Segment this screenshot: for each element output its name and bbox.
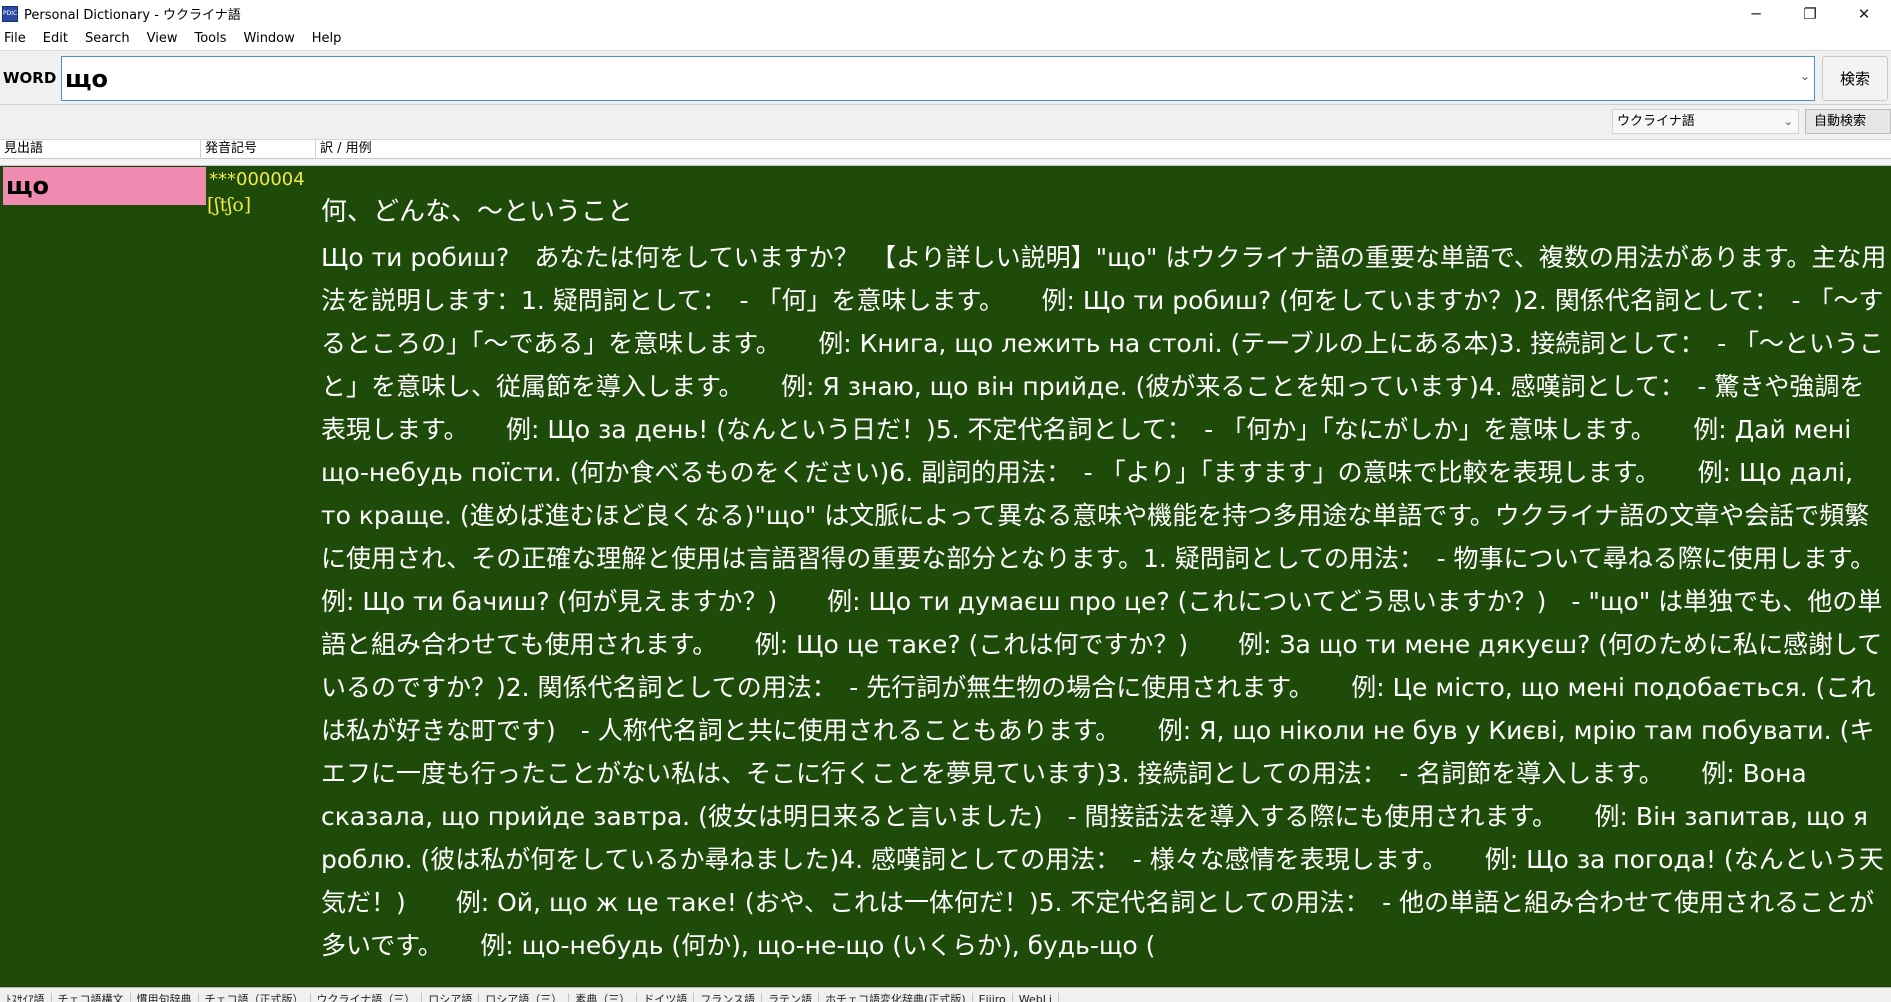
column-header-translation[interactable]: 訳 / 用例 <box>316 140 1891 159</box>
app-window: PDIC Personal Dictionary - ウクライナ語 ─ ❐ ✕ … <box>0 0 1891 1002</box>
translation-text: 何、どんな、～ということ <box>321 197 634 227</box>
auto-search-button[interactable]: 自動検索 <box>1805 109 1891 134</box>
search-button[interactable]: 検索 <box>1822 56 1888 101</box>
window-title: Personal Dictionary - ウクライナ語 <box>24 8 241 23</box>
menu-view[interactable]: View <box>147 31 178 46</box>
record-id: ***000004 <box>209 169 305 190</box>
dictionary-tab[interactable]: ﾄｽｻｲｱ語 <box>0 993 52 1002</box>
menu-edit[interactable]: Edit <box>43 31 68 46</box>
app-logo-icon: PDIC <box>2 5 18 22</box>
dictionary-tab[interactable]: ドイツ語 <box>637 993 695 1002</box>
word-label: WORD <box>3 69 57 87</box>
entry-view: що ***000004 [ʃtʃo] 何、どんな、～ということ Що ти р… <box>0 166 1891 987</box>
dictionary-tab[interactable]: WebLi <box>1013 993 1059 1002</box>
pronunciation: [ʃtʃo] <box>207 194 252 216</box>
header-divider <box>0 159 1891 166</box>
column-header-headword[interactable]: 見出語 <box>0 140 201 159</box>
word-combobox[interactable]: ⌄ <box>61 56 1815 101</box>
dictionary-tab[interactable]: ラテン語 <box>762 993 820 1002</box>
column-headers: 見出語 発音記号 訳 / 用例 <box>0 140 1891 159</box>
title-bar: PDIC Personal Dictionary - ウクライナ語 ─ ❐ ✕ <box>0 0 1891 27</box>
restore-button[interactable]: ❐ <box>1783 0 1837 27</box>
close-button[interactable]: ✕ <box>1837 0 1891 27</box>
word-input[interactable] <box>65 60 1785 97</box>
pronunciation-column: ***000004 [ʃtʃo] <box>206 166 316 217</box>
menu-search[interactable]: Search <box>85 31 130 46</box>
headword[interactable]: що <box>3 167 206 205</box>
headword-column: що <box>3 167 206 987</box>
dictionary-tab[interactable]: フランス語 <box>694 993 763 1002</box>
dictionary-tab-bar: ﾄｽｻｲｱ語 チェコ語構文 慣用句辞典 チェコ語（正式版） ウクライナ語（三） ロシア語ロ… <box>0 987 1891 1002</box>
dictionary-tab[interactable]: ホチェコ語変化辞典(正式版) <box>819 993 973 1002</box>
dictionary-tab[interactable]: Eijiro <box>973 993 1013 1002</box>
chevron-down-icon[interactable]: ⌄ <box>1800 69 1810 83</box>
search-bar: WORD ⌄ 検索 <box>0 50 1891 105</box>
dictionary-tab[interactable]: 慣用句辞典 <box>131 993 199 1002</box>
dictionary-tab[interactable]: 素典（三） <box>569 993 638 1002</box>
translation-column: 何、どんな、～ということ Що ти робиш? あなたは何をしていますか？ … <box>321 192 1891 967</box>
dictionary-tab[interactable]: チェコ語（正式版） <box>199 993 311 1002</box>
language-select[interactable]: ウクライナ語 ⌄ <box>1612 109 1799 134</box>
menu-help[interactable]: Help <box>312 31 342 46</box>
dictionary-tab[interactable]: ロシア語 <box>422 993 480 1002</box>
example-text: Що ти робиш? あなたは何をしていますか？ 【より詳しい説明】"що"… <box>321 243 1891 960</box>
column-header-pronunciation[interactable]: 発音記号 <box>201 140 316 159</box>
dictionary-tab[interactable]: ロシア語（三） <box>479 993 570 1002</box>
menu-tools[interactable]: Tools <box>194 31 226 46</box>
language-bar: ウクライナ語 ⌄ 自動検索 <box>0 105 1891 140</box>
menu-bar: File Edit Search View Tools Window Help <box>0 27 1891 50</box>
menu-file[interactable]: File <box>4 31 26 46</box>
language-select-value: ウクライナ語 <box>1617 114 1695 129</box>
dictionary-tab[interactable]: チェコ語構文 <box>52 993 131 1002</box>
chevron-down-icon[interactable]: ⌄ <box>1784 110 1793 133</box>
minimize-button[interactable]: ─ <box>1729 0 1783 27</box>
window-controls: ─ ❐ ✕ <box>1729 0 1891 27</box>
menu-window[interactable]: Window <box>244 31 295 46</box>
dictionary-tab[interactable]: ウクライナ語（三） <box>311 993 423 1002</box>
